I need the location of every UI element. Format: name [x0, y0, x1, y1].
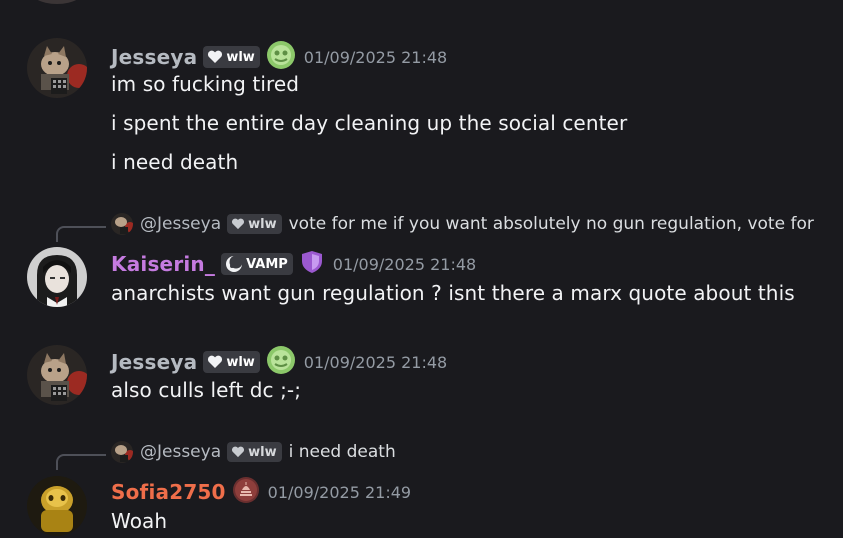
avatar[interactable] [27, 0, 87, 4]
green-badge-icon[interactable] [266, 345, 296, 379]
reply-preview[interactable]: @Jesseya wlw vote for me if you want abs… [111, 213, 814, 235]
message-list: Jesseya wlw 01/09/2025 21:48 im so fucki… [0, 0, 843, 538]
username[interactable]: Sofia2750 [111, 480, 226, 504]
message-header: Jesseya wlw 01/09/2025 21:48 [111, 40, 447, 74]
capitol-icon[interactable] [232, 476, 260, 508]
server-tag[interactable]: wlw [203, 351, 260, 373]
green-badge-icon[interactable] [266, 40, 296, 74]
avatar[interactable] [27, 38, 87, 98]
reply-avatar [111, 213, 133, 235]
message-content: Woah [111, 509, 168, 533]
avatar[interactable] [27, 247, 87, 307]
server-tag[interactable]: wlw [203, 46, 260, 68]
timestamp[interactable]: 01/09/2025 21:48 [304, 353, 447, 372]
heart-icon [208, 355, 223, 368]
reply-mention[interactable]: @Jesseya [140, 442, 221, 462]
username[interactable]: Kaiserin_ [111, 252, 215, 276]
heart-icon [232, 218, 245, 230]
timestamp[interactable]: 01/09/2025 21:48 [304, 48, 447, 67]
heart-icon [232, 446, 245, 458]
reply-text[interactable]: vote for me if you want absolutely no gu… [289, 214, 814, 234]
message-header: Kaiserin_ VAMP 01/09/2025 21:48 [111, 249, 476, 279]
message-content: i spent the entire day cleaning up the s… [111, 111, 628, 135]
tag-label: wlw [226, 354, 255, 370]
reply-avatar [111, 441, 133, 463]
message-content: im so fucking tired [111, 72, 300, 96]
reply-text[interactable]: i need death [289, 442, 396, 462]
message-header: Sofia2750 01/09/2025 21:49 [111, 476, 411, 508]
avatar[interactable] [27, 476, 87, 536]
tag-label: wlw [248, 216, 277, 232]
tag-label: wlw [226, 49, 255, 65]
timestamp[interactable]: 01/09/2025 21:48 [333, 255, 476, 274]
reply-mention[interactable]: @Jesseya [140, 214, 221, 234]
reply-connector [56, 226, 106, 242]
message-content: i need death [111, 150, 239, 174]
tag-label: VAMP [246, 256, 288, 272]
avatar[interactable] [27, 345, 87, 405]
message-content: also culls left dc ;-; [111, 378, 302, 402]
timestamp[interactable]: 01/09/2025 21:49 [268, 483, 411, 502]
tag-label: wlw [248, 444, 277, 460]
heart-icon [208, 50, 223, 63]
reply-connector [56, 454, 106, 470]
username[interactable]: Jesseya [111, 350, 197, 374]
moon-icon [226, 255, 243, 272]
server-tag[interactable]: VAMP [221, 253, 293, 275]
message-header: Jesseya wlw 01/09/2025 21:48 [111, 345, 447, 379]
reply-preview[interactable]: @Jesseya wlw i need death [111, 441, 396, 463]
username[interactable]: Jesseya [111, 45, 197, 69]
reply-tag: wlw [227, 214, 282, 234]
reply-tag: wlw [227, 442, 282, 462]
shield-icon[interactable] [299, 249, 325, 279]
message-content: anarchists want gun regulation ? isnt th… [111, 281, 795, 305]
